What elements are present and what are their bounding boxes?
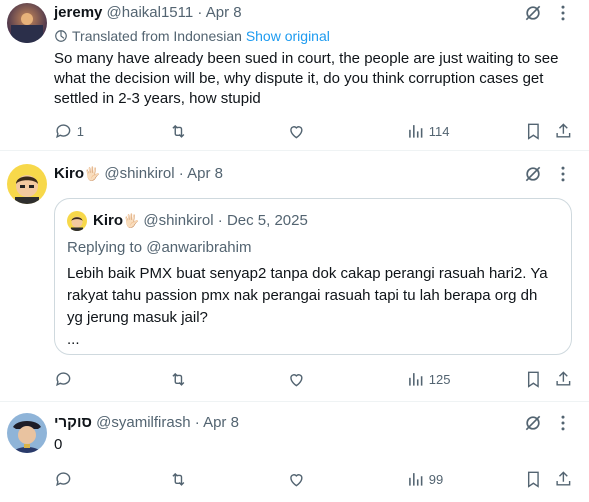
avatar-syamilfirash[interactable] — [7, 413, 47, 453]
show-original-link[interactable]: Show original — [246, 28, 330, 44]
quoted-tweet-card[interactable]: Kiro🖐🏻 @shinkirol · Dec 5, 2025 Replying… — [54, 198, 572, 355]
share-button[interactable] — [554, 369, 573, 389]
grok-slash-icon[interactable] — [523, 413, 543, 433]
avatar-kiro[interactable] — [7, 164, 47, 204]
repost-button[interactable] — [169, 369, 192, 389]
tweet-header: jeremy @haikal1511 · Apr 8 — [54, 3, 242, 23]
name-emoji: 🖐🏻 — [84, 166, 101, 181]
action-bar: 125 — [54, 369, 575, 389]
heart-icon — [290, 473, 303, 487]
bookmark-icon — [527, 123, 539, 140]
bookmark-button[interactable] — [524, 369, 543, 389]
reply-count: 1 — [76, 123, 84, 139]
more-vertical-dots-icon[interactable] — [553, 164, 573, 184]
repost-arrows-icon — [172, 472, 185, 486]
more-vertical-dots-icon[interactable] — [553, 3, 573, 23]
views-bars-icon — [409, 124, 423, 138]
quoted-text-line: rakyat tahu passion pmx nak perangai ras… — [67, 287, 538, 304]
quoted-text-line: ... — [67, 331, 80, 348]
like-button[interactable] — [287, 369, 310, 389]
quoted-display-name: Kiro — [93, 212, 123, 229]
repost-button[interactable] — [169, 121, 192, 141]
grok-slash-icon[interactable] — [523, 164, 543, 184]
action-bar: 1 114 — [54, 121, 575, 141]
bookmark-icon — [527, 471, 539, 488]
action-bar: 99 — [54, 469, 575, 489]
heart-icon — [290, 373, 303, 387]
timestamp[interactable]: · Apr 8 — [195, 414, 239, 431]
replying-to: Replying to @anwaribrahim — [67, 239, 252, 256]
reply-bubble-icon — [56, 372, 71, 386]
quoted-text-line: Lebih baik PMX buat senyap2 tanpa dok ca… — [67, 265, 548, 282]
quoted-header: Kiro🖐🏻 @shinkirol · Dec 5, 2025 — [93, 211, 308, 231]
like-button[interactable] — [287, 469, 310, 489]
handle[interactable]: @haikal1511 — [107, 4, 194, 21]
display-name[interactable]: Kiro — [54, 165, 84, 182]
tweet-text: 0 — [54, 436, 63, 453]
quoted-timestamp: · Dec 5, 2025 — [217, 212, 308, 229]
repost-arrows-icon — [172, 372, 185, 386]
share-button[interactable] — [554, 469, 573, 489]
bookmark-icon — [527, 371, 539, 388]
display-name[interactable]: jeremy — [54, 4, 102, 21]
heart-icon — [290, 125, 303, 139]
views-button[interactable]: 125 — [406, 369, 450, 389]
repost-button[interactable] — [169, 469, 192, 489]
tweet-syamilfirash[interactable]: סוקרי @syamilfirash · Apr 8 0 99 — [0, 402, 589, 502]
reply-button[interactable] — [54, 469, 77, 489]
tweet-text: So many have already been sued in court,… — [54, 50, 559, 107]
quoted-avatar — [67, 211, 87, 231]
handle[interactable]: @syamilfirash — [96, 414, 190, 431]
reply-button[interactable]: 1 — [54, 121, 84, 141]
bookmark-button[interactable] — [524, 469, 543, 489]
quoted-text-line: yg jerung masuk jail? — [67, 309, 208, 326]
views-count: 99 — [428, 471, 444, 487]
avatar-jeremy[interactable] — [7, 3, 47, 43]
grok-slash-icon[interactable] — [523, 3, 543, 23]
display-name[interactable]: סוקרי — [54, 414, 92, 431]
timestamp[interactable]: · Apr 8 — [179, 165, 223, 182]
reply-bubble-icon — [56, 472, 71, 486]
repost-arrows-icon — [172, 124, 185, 138]
tweet-header: סוקרי @syamilfirash · Apr 8 — [54, 413, 239, 433]
share-upload-icon — [556, 122, 571, 138]
translate-globe-icon — [55, 30, 67, 42]
bookmark-button[interactable] — [524, 121, 543, 141]
quoted-name-emoji: 🖐🏻 — [123, 213, 140, 228]
quoted-text: Lebih baik PMX buat senyap2 tanpa dok ca… — [67, 263, 562, 351]
views-count: 114 — [428, 123, 450, 139]
handle[interactable]: @shinkirol — [104, 165, 174, 182]
quoted-handle: @shinkirol — [143, 212, 214, 229]
views-bars-icon — [409, 472, 423, 486]
reply-button[interactable] — [54, 369, 77, 389]
reply-bubble-icon — [56, 124, 71, 138]
like-button[interactable] — [287, 121, 310, 141]
share-button[interactable] — [554, 121, 573, 141]
views-button[interactable]: 114 — [406, 121, 449, 141]
translation-note: Translated from Indonesian Show original — [54, 27, 330, 45]
timestamp[interactable]: · Apr 8 — [197, 4, 241, 21]
share-upload-icon — [556, 370, 571, 386]
tweet-jeremy[interactable]: jeremy @haikal1511 · Apr 8 Translated fr… — [0, 0, 589, 158]
views-count: 125 — [428, 371, 451, 387]
tweet-header: Kiro🖐🏻 @shinkirol · Apr 8 — [54, 164, 223, 184]
translated-from-label: Translated from Indonesian — [72, 28, 242, 44]
views-bars-icon — [409, 372, 423, 386]
more-vertical-dots-icon[interactable] — [553, 413, 573, 433]
share-upload-icon — [556, 470, 571, 486]
views-button[interactable]: 99 — [406, 469, 443, 489]
